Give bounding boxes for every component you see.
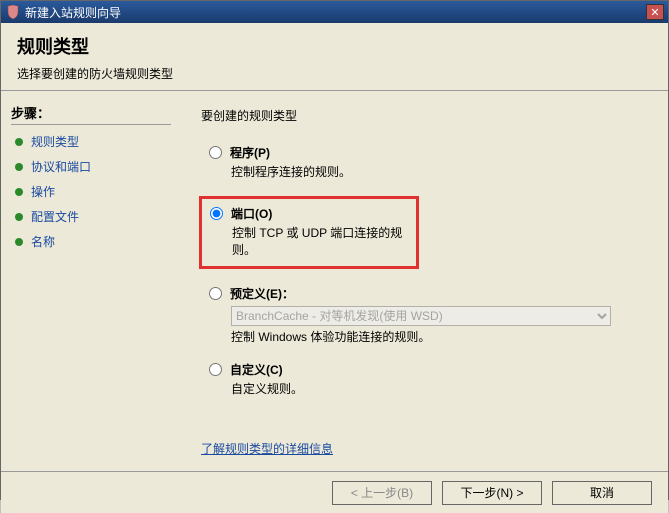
radio-predefined-desc: 控制 Windows 体验功能连接的规则。 [231,328,648,345]
titlebar[interactable]: 新建入站规则向导 ✕ [1,1,668,23]
page-header: 规则类型 选择要创建的防火墙规则类型 [1,23,668,91]
rule-type-group: 程序(P) 控制程序连接的规则。 端口(O) 控制 TCP 或 UDP 端口连接… [209,144,648,397]
window-title: 新建入站规则向导 [25,4,646,21]
main-panel: 要创建的规则类型 程序(P) 控制程序连接的规则。 端口(O) 控制 TCP 或… [181,91,668,471]
radio-port[interactable]: 端口(O) 控制 TCP 或 UDP 端口连接的规则。 [199,196,419,269]
footer: < 上一步(B) 下一步(N) > 取消 [1,471,668,513]
learn-more-link[interactable]: 了解规则类型的详细信息 [201,440,333,457]
prompt-text: 要创建的规则类型 [201,107,648,124]
wizard-window: 新建入站规则向导 ✕ 规则类型 选择要创建的防火墙规则类型 步骤： 规则类型 协… [0,0,669,500]
body: 步骤： 规则类型 协议和端口 操作 配置文件 名称 [1,91,668,471]
radio-program-desc: 控制程序连接的规则。 [231,163,648,180]
page-title: 规则类型 [17,33,652,59]
close-button[interactable]: ✕ [646,4,664,20]
bullet-icon [15,238,23,246]
step-rule-type[interactable]: 规则类型 [11,133,171,150]
divider [11,124,171,125]
radio-program[interactable]: 程序(P) 控制程序连接的规则。 [209,144,648,180]
bullet-icon [15,163,23,171]
firewall-icon [5,4,21,20]
predefined-select[interactable]: BranchCache - 对等机发现(使用 WSD) [231,306,611,326]
radio-port-desc: 控制 TCP 或 UDP 端口连接的规则。 [232,224,408,258]
step-profile[interactable]: 配置文件 [11,208,171,225]
radio-custom[interactable]: 自定义(C) 自定义规则。 [209,361,648,397]
radio-predefined-input[interactable] [209,287,222,300]
steps-sidebar: 步骤： 规则类型 协议和端口 操作 配置文件 名称 [1,91,181,471]
bullet-icon [15,188,23,196]
steps-heading: 步骤： [11,103,171,122]
step-name[interactable]: 名称 [11,233,171,250]
cancel-button[interactable]: 取消 [552,481,652,505]
page-subtitle: 选择要创建的防火墙规则类型 [17,65,652,82]
radio-program-input[interactable] [209,146,222,159]
radio-port-input[interactable] [210,207,223,220]
radio-custom-desc: 自定义规则。 [231,380,648,397]
next-button[interactable]: 下一步(N) > [442,481,542,505]
bullet-icon [15,138,23,146]
back-button[interactable]: < 上一步(B) [332,481,432,505]
radio-custom-input[interactable] [209,363,222,376]
radio-predefined[interactable]: 预定义(E)： BranchCache - 对等机发现(使用 WSD) 控制 W… [209,285,648,345]
bullet-icon [15,213,23,221]
step-protocol-port[interactable]: 协议和端口 [11,158,171,175]
predefined-select-wrap: BranchCache - 对等机发现(使用 WSD) [231,306,611,326]
step-action[interactable]: 操作 [11,183,171,200]
